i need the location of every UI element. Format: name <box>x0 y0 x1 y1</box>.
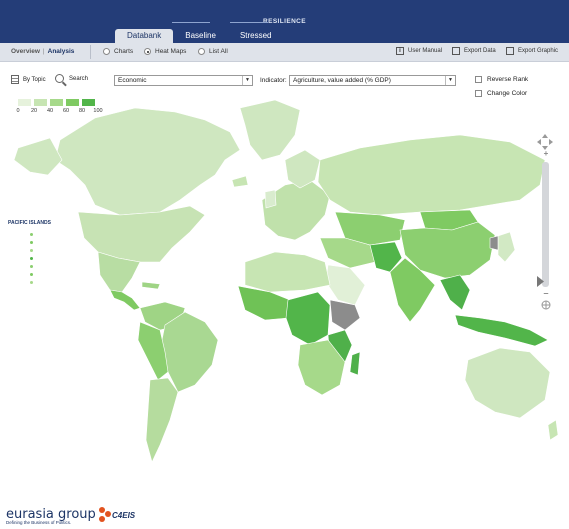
map-region-usa[interactable] <box>77 205 206 263</box>
map-region-new-zealand[interactable] <box>547 419 559 441</box>
map-region-arabia[interactable] <box>325 264 366 306</box>
map-region-greenland[interactable] <box>239 99 301 161</box>
map-region-canada[interactable] <box>54 107 241 216</box>
map-region-indonesia[interactable] <box>454 314 549 347</box>
map-region-argentina-chile[interactable] <box>145 377 179 463</box>
pacific-islands-label: PACIFIC ISLANDS <box>8 220 51 226</box>
pacific-island-marker[interactable] <box>30 273 33 276</box>
c4eis-logo: C4EIS <box>97 505 137 525</box>
map-region-scandinavia[interactable] <box>284 149 321 189</box>
c4eis-logo-text: C4EIS <box>112 511 136 520</box>
map-region-central-africa[interactable] <box>285 291 331 346</box>
pacific-island-marker[interactable] <box>30 241 33 244</box>
map-region-peru-bolivia[interactable] <box>137 321 169 381</box>
pacific-island-marker[interactable] <box>30 233 33 236</box>
world-heat-map[interactable] <box>0 0 569 470</box>
map-region-madagascar[interactable] <box>349 351 361 376</box>
map-region-caribbean[interactable] <box>141 281 161 290</box>
pacific-island-marker[interactable] <box>30 265 33 268</box>
map-region-korea-japan[interactable] <box>497 231 516 263</box>
map-region-russia[interactable] <box>317 134 546 216</box>
map-region-iceland[interactable] <box>231 175 249 188</box>
pacific-island-marker[interactable] <box>30 281 33 284</box>
map-region-korea-nodata[interactable] <box>489 235 499 251</box>
pacific-island-marker[interactable] <box>30 257 33 260</box>
pacific-island-marker[interactable] <box>30 249 33 252</box>
zoom-in-icon[interactable]: + <box>542 150 550 158</box>
reset-view-icon[interactable] <box>541 300 551 310</box>
map-region-europe[interactable] <box>261 179 331 241</box>
zoom-slider-track[interactable] <box>542 162 549 287</box>
eurasia-group-tagline: Defining the Business of Politics. <box>6 520 72 525</box>
map-region-uk-ireland[interactable] <box>264 189 277 209</box>
zoom-out-icon[interactable]: – <box>542 289 550 298</box>
map-region-australia[interactable] <box>464 347 551 419</box>
map-region-north-africa[interactable] <box>244 251 331 293</box>
map-region-central-america[interactable] <box>109 289 141 311</box>
map-region-southeast-asia[interactable] <box>439 274 471 311</box>
c4eis-mark-icon <box>99 507 111 522</box>
map-region-alaska[interactable] <box>13 137 63 176</box>
